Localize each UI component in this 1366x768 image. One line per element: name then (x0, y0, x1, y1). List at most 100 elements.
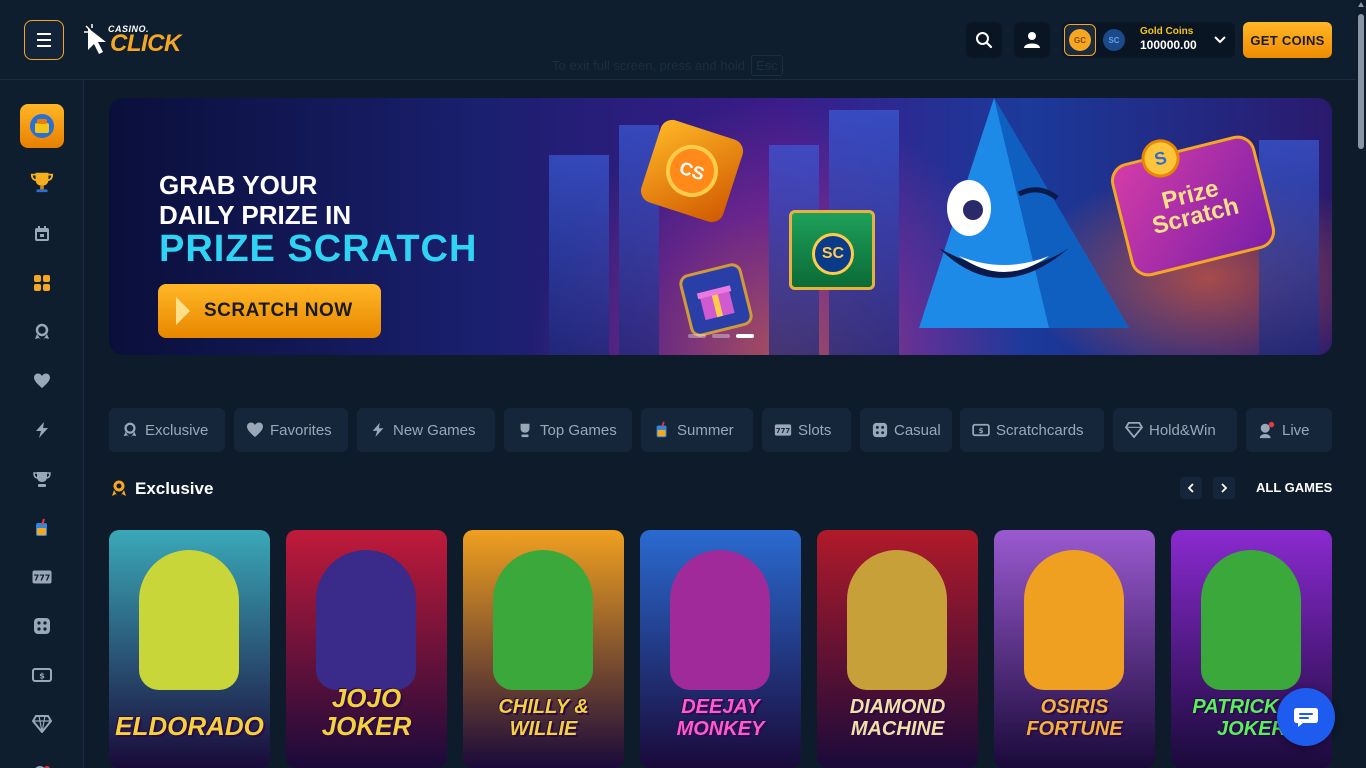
sidebar-item-live[interactable] (30, 758, 54, 768)
search-button[interactable] (966, 22, 1002, 58)
logo-big-text: CLICK (110, 30, 181, 57)
menu-button[interactable] (24, 20, 64, 60)
sidebar-item-all-games[interactable] (30, 271, 54, 295)
sidebar-item-calendar[interactable] (30, 222, 54, 246)
mascot-graphic (919, 98, 1129, 328)
slots-icon: 777 (774, 421, 792, 439)
section-title: Exclusive (135, 479, 214, 498)
trophy-icon (516, 421, 534, 439)
gift-sc-label: SC (812, 233, 854, 275)
carousel-dot-active[interactable] (736, 334, 754, 338)
category-tab-casual[interactable]: Casual (860, 408, 952, 452)
chevron-down-icon (1214, 36, 1226, 44)
category-tab-label: Slots (798, 421, 832, 439)
balance-amount: 100000.00 (1140, 38, 1197, 52)
category-tab-label: Casual (894, 421, 941, 439)
sidebar-item-top-games[interactable] (30, 467, 54, 491)
category-tab-label: Scratchcards (996, 421, 1084, 439)
category-tab-summer[interactable]: Summer (641, 408, 753, 452)
scratch-now-button[interactable]: SCRATCH NOW (158, 284, 381, 338)
promo-banner[interactable]: GRAB YOUR DAILY PRIZE IN PRIZE SCRATCH S… (109, 98, 1332, 355)
sidebar-item-promo[interactable] (20, 104, 64, 148)
fullscreen-hint: To exit full screen, press and hold Esc (552, 55, 783, 76)
svg-text:777: 777 (34, 574, 51, 583)
category-tab-new-games[interactable]: New Games (357, 408, 495, 452)
game-artwork (847, 550, 947, 690)
game-title: DIAMOND MACHINE (849, 696, 946, 740)
banner-highlight: PRIZE SCRATCH (159, 228, 478, 270)
dice-icon (872, 421, 888, 439)
game-artwork (1201, 550, 1301, 690)
live-icon (35, 766, 50, 768)
gc-coin-toggle[interactable]: GC (1064, 24, 1096, 56)
chevron-left-icon (1187, 483, 1194, 493)
category-tab-label: Live (1282, 421, 1310, 439)
bolt-icon (36, 422, 48, 438)
gc-coin-icon: GC (1069, 29, 1091, 51)
category-tab-slots[interactable]: 777 Slots (762, 408, 851, 452)
carousel-dot[interactable] (688, 334, 706, 338)
game-card[interactable]: DIAMOND MACHINE (817, 530, 978, 768)
game-artwork (139, 550, 239, 690)
svg-text:$: $ (39, 672, 45, 681)
sidebar-item-casual[interactable] (30, 614, 54, 638)
sidebar-item-exclusive[interactable] (30, 320, 54, 344)
game-title: OSIRIS FORTUNE (1026, 696, 1123, 740)
award-icon (112, 480, 126, 497)
sidebar-item-slots[interactable]: 777 (30, 565, 54, 589)
profile-button[interactable] (1014, 22, 1050, 58)
category-tab-favorites[interactable]: Favorites (234, 408, 348, 452)
sidebar-item-hold-win[interactable] (30, 712, 54, 736)
diamond-icon (1125, 421, 1143, 439)
live-icon (1258, 421, 1276, 439)
carousel-dot[interactable] (712, 334, 730, 338)
heart-icon (34, 373, 50, 388)
game-card[interactable]: JOJO JOKER (286, 530, 447, 768)
category-tab-exclusive[interactable]: Exclusive (109, 408, 225, 452)
sidebar-item-scratchcards[interactable]: $ (30, 663, 54, 687)
category-tab-label: Summer (677, 421, 734, 439)
game-card[interactable]: ELDORADO (109, 530, 270, 768)
game-artwork (316, 550, 416, 690)
scratch-now-label: SCRATCH NOW (204, 300, 353, 321)
category-tab-scratchcards[interactable]: $ Scratchcards (960, 408, 1104, 452)
scroll-thumb[interactable] (1358, 14, 1364, 149)
banner-line2: DAILY PRIZE IN (159, 200, 352, 230)
carousel-next-button[interactable] (1213, 477, 1235, 499)
sidebar-item-summer[interactable] (30, 516, 54, 540)
sidebar-item-favorites[interactable] (30, 369, 54, 393)
logo[interactable]: CASINO. CLICK (84, 22, 194, 58)
category-tab-hold-win[interactable]: Hold&Win (1113, 408, 1237, 452)
coin-graphic-label: CS (659, 138, 725, 204)
game-card[interactable]: CHILLY & WILLIE (463, 530, 624, 768)
sidebar-item-new-games[interactable] (30, 418, 54, 442)
game-card[interactable]: DeeJay MONKEY (640, 530, 801, 768)
category-tab-live[interactable]: Live (1246, 408, 1332, 452)
scroll-up-arrow-icon[interactable] (1358, 2, 1364, 7)
category-tab-top-games[interactable]: Top Games (504, 408, 632, 452)
award-icon (35, 323, 49, 340)
game-card[interactable]: OSIRIS FORTUNE (994, 530, 1155, 768)
wallet-selector[interactable]: GC SC Gold Coins 100000.00 (1062, 22, 1235, 58)
game-title: CHILLY & WILLIE (498, 696, 589, 740)
category-tab-label: Top Games (540, 421, 617, 439)
sc-coin-toggle[interactable]: SC (1098, 24, 1130, 56)
carousel-prev-button[interactable] (1180, 477, 1202, 499)
ticket-icon: $ (972, 421, 990, 439)
game-artwork (493, 550, 593, 690)
sidebar-item-tournaments[interactable] (30, 170, 54, 194)
category-tab-label: New Games (393, 421, 476, 439)
slots-icon: 777 (32, 570, 52, 584)
chat-icon (1294, 708, 1318, 727)
page-scrollbar[interactable] (1356, 0, 1366, 768)
category-tab-label: Favorites (270, 421, 332, 439)
get-coins-button[interactable]: GET COINS (1243, 22, 1332, 58)
game-title: DeeJay MONKEY (676, 696, 765, 740)
support-chat-button[interactable] (1277, 688, 1335, 746)
svg-text:777: 777 (776, 427, 791, 435)
sidebar: 777 $ (0, 80, 84, 768)
ticket-icon: $ (32, 668, 52, 682)
gift-box-graphic: SC (789, 210, 875, 290)
diamond-icon (32, 715, 52, 733)
all-games-link[interactable]: ALL GAMES (1256, 480, 1332, 495)
